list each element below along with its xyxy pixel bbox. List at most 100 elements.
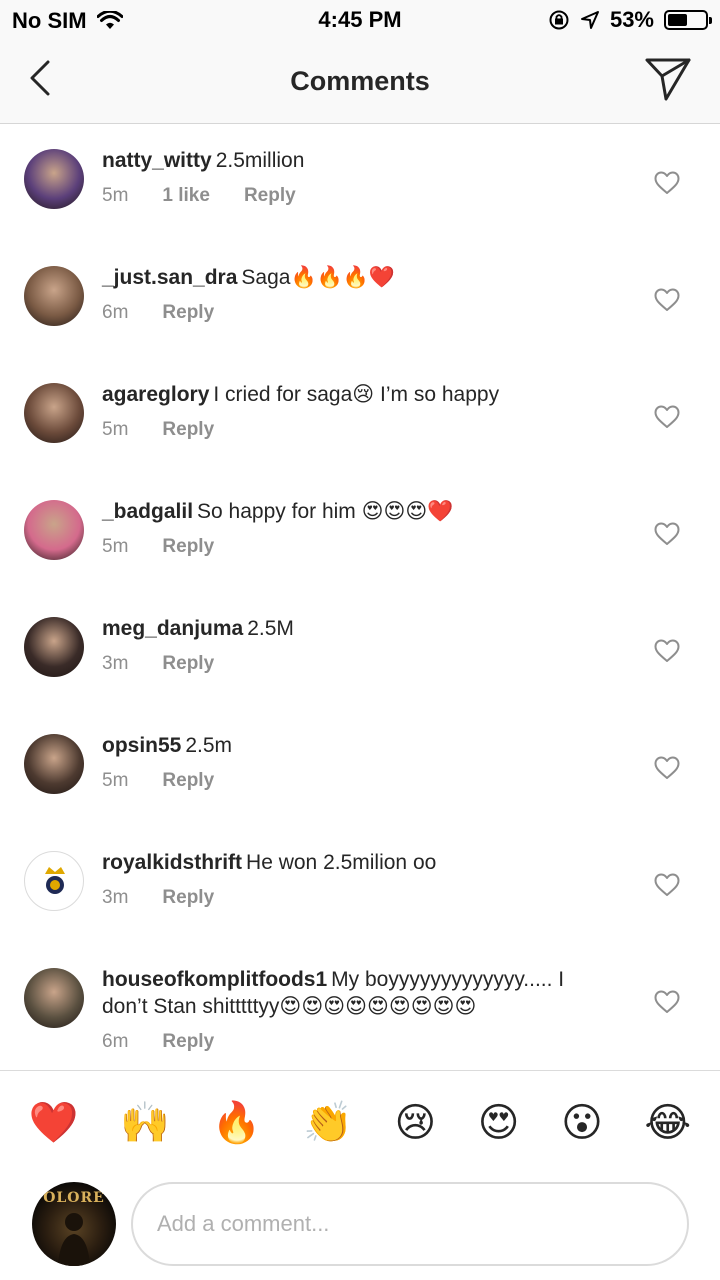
comment-time: 5m xyxy=(102,536,129,557)
status-right: 53% xyxy=(548,7,712,33)
avatar[interactable] xyxy=(24,851,84,911)
like-comment-button[interactable] xyxy=(654,873,680,897)
heart-outline-icon xyxy=(654,522,680,545)
like-comment-button[interactable] xyxy=(654,639,680,663)
like-comment-button[interactable] xyxy=(654,522,680,546)
comment-body: natty_witty 2.5million 5m 1 like Reply xyxy=(102,147,602,242)
heart-outline-icon xyxy=(654,171,680,194)
status-bar: No SIM 4:45 PM 53% xyxy=(0,0,720,40)
comment-username[interactable]: houseofkomplitfoods1 xyxy=(102,968,327,991)
comment-text: houseofkomplitfoods1 My boyyyyyyyyyyyyy..… xyxy=(102,966,602,1020)
avatar[interactable] xyxy=(24,968,84,1028)
comment-time: 3m xyxy=(102,653,129,674)
comment-username[interactable]: meg_danjuma xyxy=(102,617,243,640)
comment-time: 3m xyxy=(102,887,129,908)
my-avatar: OLORE xyxy=(32,1182,116,1266)
emoji-quick-button[interactable]: 👏 xyxy=(303,1103,353,1143)
comment-text: meg_danjuma 2.5M xyxy=(102,615,602,642)
emoji-quick-button[interactable]: 🔥 xyxy=(212,1103,262,1143)
comment-row: agareglory I cried for saga😢 I’m so happy… xyxy=(0,359,720,476)
emoji-quick-button[interactable]: 😢 xyxy=(394,1103,436,1143)
heart-outline-icon xyxy=(654,756,680,779)
emoji-quick-button[interactable]: 😍 xyxy=(478,1103,520,1143)
emoji-quick-button[interactable]: 😮 xyxy=(561,1103,603,1143)
comment-row: royalkidsthrift He won 2.5milion oo 3m Repl… xyxy=(0,827,720,944)
reply-button[interactable]: Reply xyxy=(244,185,296,207)
battery-level xyxy=(668,14,687,26)
comment-username[interactable]: natty_witty xyxy=(102,149,212,172)
avatar[interactable] xyxy=(24,734,84,794)
comment-body: agareglory I cried for saga😢 I’m so happy… xyxy=(102,381,602,476)
comment-time: 5m xyxy=(102,419,129,440)
comment-body: royalkidsthrift He won 2.5milion oo 3m Repl… xyxy=(102,849,602,944)
comment-meta: 5m Reply xyxy=(102,536,602,558)
paper-plane-icon xyxy=(645,58,691,101)
reply-button[interactable]: Reply xyxy=(162,770,214,792)
avatar[interactable] xyxy=(24,266,84,326)
share-button[interactable] xyxy=(644,56,692,102)
emoji-bar: ❤️ 🙌 🔥 👏 😢 😍 😮 😂 xyxy=(0,1070,720,1174)
heart-outline-icon xyxy=(654,990,680,1013)
comment-row: _badgalil So happy for him 😍😍😍❤️ 5m Reply xyxy=(0,476,720,593)
crown-logo-icon xyxy=(45,867,65,894)
comment-row: opsin55 2.5m 5m Reply xyxy=(0,710,720,827)
battery-icon xyxy=(664,10,712,30)
comment-meta: 6m Reply xyxy=(102,1031,602,1053)
comment-body: _badgalil So happy for him 😍😍😍❤️ 5m Reply xyxy=(102,498,602,593)
comment-text: agareglory I cried for saga😢 I’m so happy xyxy=(102,381,602,408)
comment-username[interactable]: _just.san_dra xyxy=(102,266,237,289)
comment-message: I cried for saga😢 I’m so happy xyxy=(213,383,500,406)
comment-body: houseofkomplitfoods1 My boyyyyyyyyyyyyy..… xyxy=(102,966,602,1070)
header: Comments xyxy=(0,40,720,124)
comment-time: 5m xyxy=(102,185,129,206)
battery-percent: 53% xyxy=(609,7,654,32)
person-silhouette-icon xyxy=(58,1213,90,1266)
comment-username[interactable]: opsin55 xyxy=(102,734,181,757)
reply-button[interactable]: Reply xyxy=(162,1031,214,1053)
avatar[interactable] xyxy=(24,383,84,443)
comment-message: So happy for him 😍😍😍❤️ xyxy=(197,500,454,523)
comment-likes[interactable]: 1 like xyxy=(162,185,210,207)
comment-row: meg_danjuma 2.5M 3m Reply xyxy=(0,593,720,710)
heart-outline-icon xyxy=(654,873,680,896)
emoji-quick-button[interactable]: 🙌 xyxy=(120,1103,170,1143)
comment-list[interactable]: natty_witty 2.5million 5m 1 like Reply _just.… xyxy=(0,125,720,1070)
comment-time: 6m xyxy=(102,302,129,323)
like-comment-button[interactable] xyxy=(654,288,680,312)
comment-meta: 6m Reply xyxy=(102,302,602,324)
comment-row: houseofkomplitfoods1 My boyyyyyyyyyyyyy..… xyxy=(0,944,720,1070)
reply-button[interactable]: Reply xyxy=(162,536,214,558)
reply-button[interactable]: Reply xyxy=(162,887,214,909)
comment-time: 6m xyxy=(102,1031,129,1052)
avatar[interactable] xyxy=(24,149,84,209)
like-comment-button[interactable] xyxy=(654,171,680,195)
comment-meta: 5m Reply xyxy=(102,419,602,441)
like-comment-button[interactable] xyxy=(654,990,680,1014)
comment-text: opsin55 2.5m xyxy=(102,732,602,759)
reply-button[interactable]: Reply xyxy=(162,653,214,675)
comment-input[interactable] xyxy=(131,1182,689,1266)
comment-username[interactable]: _badgalil xyxy=(102,500,193,523)
heart-outline-icon xyxy=(654,405,680,428)
emoji-quick-button[interactable]: ❤️ xyxy=(29,1103,79,1143)
avatar[interactable] xyxy=(24,617,84,677)
reply-button[interactable]: Reply xyxy=(162,419,214,441)
comment-message: 2.5million xyxy=(215,149,305,172)
comment-row: _just.san_dra Saga🔥🔥🔥❤️ 6m Reply xyxy=(0,242,720,359)
emoji-quick-button[interactable]: 😂 xyxy=(644,1103,691,1143)
comment-body: opsin55 2.5m 5m Reply xyxy=(102,732,602,827)
location-arrow-icon xyxy=(580,11,599,29)
comment-message: Saga🔥🔥🔥❤️ xyxy=(241,266,396,289)
comment-meta: 3m Reply xyxy=(102,653,602,675)
page-title: Comments xyxy=(290,66,430,96)
comment-username[interactable]: agareglory xyxy=(102,383,209,406)
reply-button[interactable]: Reply xyxy=(162,302,214,324)
comment-message: 2.5M xyxy=(247,617,294,640)
comment-meta: 5m 1 like Reply xyxy=(102,185,602,207)
like-comment-button[interactable] xyxy=(654,756,680,780)
comment-row: natty_witty 2.5million 5m 1 like Reply xyxy=(0,125,720,242)
orientation-lock-icon xyxy=(549,10,569,30)
avatar[interactable] xyxy=(24,500,84,560)
like-comment-button[interactable] xyxy=(654,405,680,429)
comment-username[interactable]: royalkidsthrift xyxy=(102,851,242,874)
